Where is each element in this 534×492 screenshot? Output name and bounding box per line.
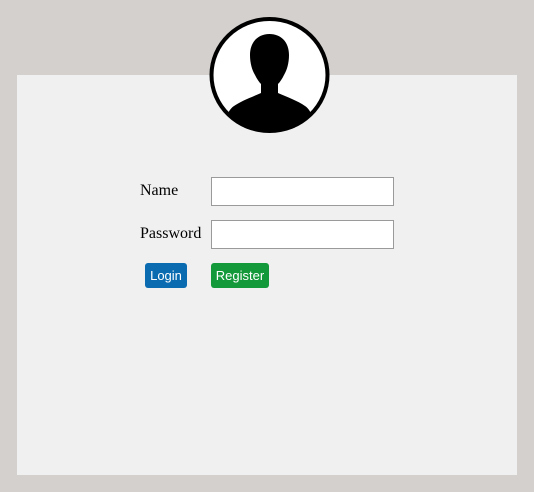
register-button[interactable]: Register bbox=[211, 263, 269, 288]
password-input[interactable] bbox=[211, 220, 394, 249]
name-label: Name bbox=[140, 182, 179, 199]
name-input[interactable] bbox=[211, 177, 394, 206]
password-label: Password bbox=[140, 225, 202, 242]
user-avatar-icon bbox=[206, 14, 333, 136]
login-button[interactable]: Login bbox=[145, 263, 187, 288]
